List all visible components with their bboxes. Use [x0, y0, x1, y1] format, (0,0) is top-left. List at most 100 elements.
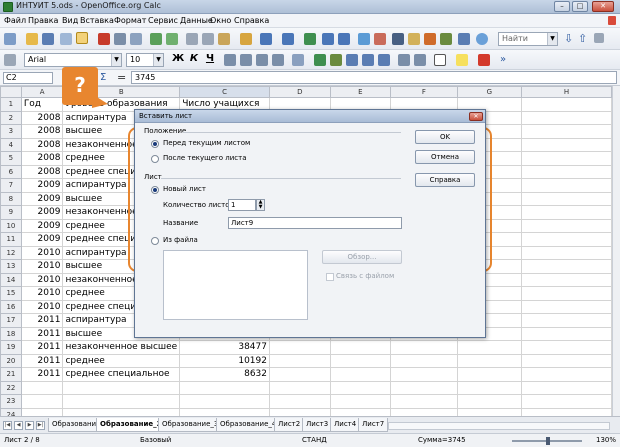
- row-header[interactable]: 20: [0, 353, 22, 368]
- row-header[interactable]: 11: [0, 232, 22, 247]
- cell[interactable]: [329, 380, 392, 395]
- previous-sheet-icon[interactable]: ◀: [14, 421, 23, 430]
- copy-icon[interactable]: [202, 33, 214, 45]
- cell[interactable]: 8632: [179, 367, 270, 382]
- row-header[interactable]: 14: [0, 272, 22, 287]
- cell[interactable]: [269, 367, 331, 382]
- menu-view[interactable]: Вид: [62, 16, 78, 25]
- name-box[interactable]: C2: [3, 72, 53, 84]
- cell[interactable]: [20, 394, 64, 409]
- cell[interactable]: 2009: [20, 191, 64, 206]
- row-header[interactable]: 4: [0, 137, 22, 152]
- cell[interactable]: 2011: [20, 313, 64, 328]
- select-all-corner[interactable]: [0, 86, 22, 98]
- row-header[interactable]: 3: [0, 124, 22, 139]
- cut-icon[interactable]: [186, 33, 198, 45]
- row-header[interactable]: 6: [0, 164, 22, 179]
- zoom-icon[interactable]: [458, 33, 470, 45]
- cell[interactable]: [521, 178, 612, 193]
- font-size-box[interactable]: 10 ▼: [126, 53, 164, 67]
- toolbar-options-icon[interactable]: »: [500, 54, 506, 65]
- cell[interactable]: среднее специальное: [62, 367, 181, 382]
- cell[interactable]: [269, 380, 331, 395]
- row-header[interactable]: 21: [0, 367, 22, 382]
- cell[interactable]: 2011: [20, 353, 64, 368]
- cell[interactable]: 10192: [179, 353, 270, 368]
- new-document-icon[interactable]: [4, 33, 16, 45]
- underline-icon[interactable]: Ч: [204, 53, 216, 64]
- cell[interactable]: [521, 340, 612, 355]
- row-header[interactable]: 23: [0, 394, 22, 409]
- menu-format[interactable]: Формат: [114, 16, 146, 25]
- merge-cells-icon[interactable]: [292, 54, 304, 66]
- column-header-h[interactable]: H: [521, 86, 612, 98]
- sheet-tab-active[interactable]: Образование_2: [96, 418, 166, 432]
- cell[interactable]: [521, 353, 612, 368]
- cell[interactable]: [521, 97, 612, 112]
- before-current-label[interactable]: Перед текущим листом: [163, 139, 250, 147]
- row-header[interactable]: 15: [0, 286, 22, 301]
- page-style[interactable]: Базовый: [140, 436, 171, 444]
- cell[interactable]: [521, 191, 612, 206]
- chevron-down-icon[interactable]: ▼: [111, 54, 121, 66]
- cell[interactable]: [521, 394, 612, 409]
- cell[interactable]: 2008: [20, 164, 64, 179]
- file-sheets-list[interactable]: [163, 250, 308, 320]
- column-header-c[interactable]: C: [179, 86, 270, 98]
- save-icon[interactable]: [42, 33, 54, 45]
- cell[interactable]: 2010: [20, 286, 64, 301]
- selection-sum[interactable]: Сумма=3745: [418, 436, 466, 444]
- cell[interactable]: [456, 407, 523, 416]
- row-header[interactable]: 12: [0, 245, 22, 260]
- cell[interactable]: 2008: [20, 137, 64, 152]
- cell[interactable]: [521, 124, 612, 139]
- sheet-tab[interactable]: Образование_4: [216, 418, 281, 432]
- data-sources-icon[interactable]: [440, 33, 452, 45]
- export-pdf-icon[interactable]: [98, 33, 110, 45]
- cell[interactable]: [521, 137, 612, 152]
- horizontal-scrollbar[interactable]: [388, 422, 610, 430]
- help-button[interactable]: Справка: [415, 173, 475, 187]
- open-icon[interactable]: [26, 33, 38, 45]
- cell[interactable]: среднее: [62, 353, 181, 368]
- cell[interactable]: [521, 164, 612, 179]
- row-header[interactable]: 16: [0, 299, 22, 314]
- cell[interactable]: 2010: [20, 259, 64, 274]
- sheet-tab[interactable]: Образование_3: [158, 418, 223, 432]
- cell[interactable]: [521, 151, 612, 166]
- cell[interactable]: 2009: [20, 205, 64, 220]
- cell[interactable]: 2008: [20, 110, 64, 125]
- close-button[interactable]: ✕: [592, 1, 614, 12]
- browse-button[interactable]: Обзор...: [322, 250, 402, 264]
- cell[interactable]: 2011: [20, 340, 64, 355]
- find-toolbar-icon[interactable]: [594, 33, 604, 43]
- cell[interactable]: [390, 394, 458, 409]
- cell[interactable]: 2008: [20, 151, 64, 166]
- edit-file-icon[interactable]: [76, 32, 88, 44]
- cell[interactable]: 2009: [20, 218, 64, 233]
- from-file-radio[interactable]: [151, 237, 159, 245]
- row-header[interactable]: 17: [0, 313, 22, 328]
- new-sheet-radio[interactable]: [151, 186, 159, 194]
- cell[interactable]: [521, 205, 612, 220]
- formula-input[interactable]: 3745: [131, 71, 617, 84]
- cell[interactable]: [269, 353, 331, 368]
- cell[interactable]: [521, 232, 612, 247]
- function-icon[interactable]: =: [117, 71, 126, 84]
- close-document-icon[interactable]: [608, 16, 616, 25]
- cell[interactable]: 2010: [20, 245, 64, 260]
- cell[interactable]: [521, 313, 612, 328]
- cell[interactable]: [456, 367, 523, 382]
- row-header[interactable]: 9: [0, 205, 22, 220]
- sheet-count-input[interactable]: 1: [228, 199, 256, 211]
- dialog-close-icon[interactable]: ✕: [469, 112, 483, 121]
- sheet-tab[interactable]: Лист2: [274, 418, 305, 432]
- align-center-icon[interactable]: [240, 54, 252, 66]
- sheet-tab[interactable]: Лист4: [330, 418, 361, 432]
- clone-formatting-icon[interactable]: [240, 33, 252, 45]
- cell[interactable]: 2009: [20, 232, 64, 247]
- cell[interactable]: [521, 259, 612, 274]
- cell[interactable]: 2011: [20, 367, 64, 382]
- sheet-name-input[interactable]: Лист9: [228, 217, 402, 229]
- undo-icon[interactable]: [260, 33, 272, 45]
